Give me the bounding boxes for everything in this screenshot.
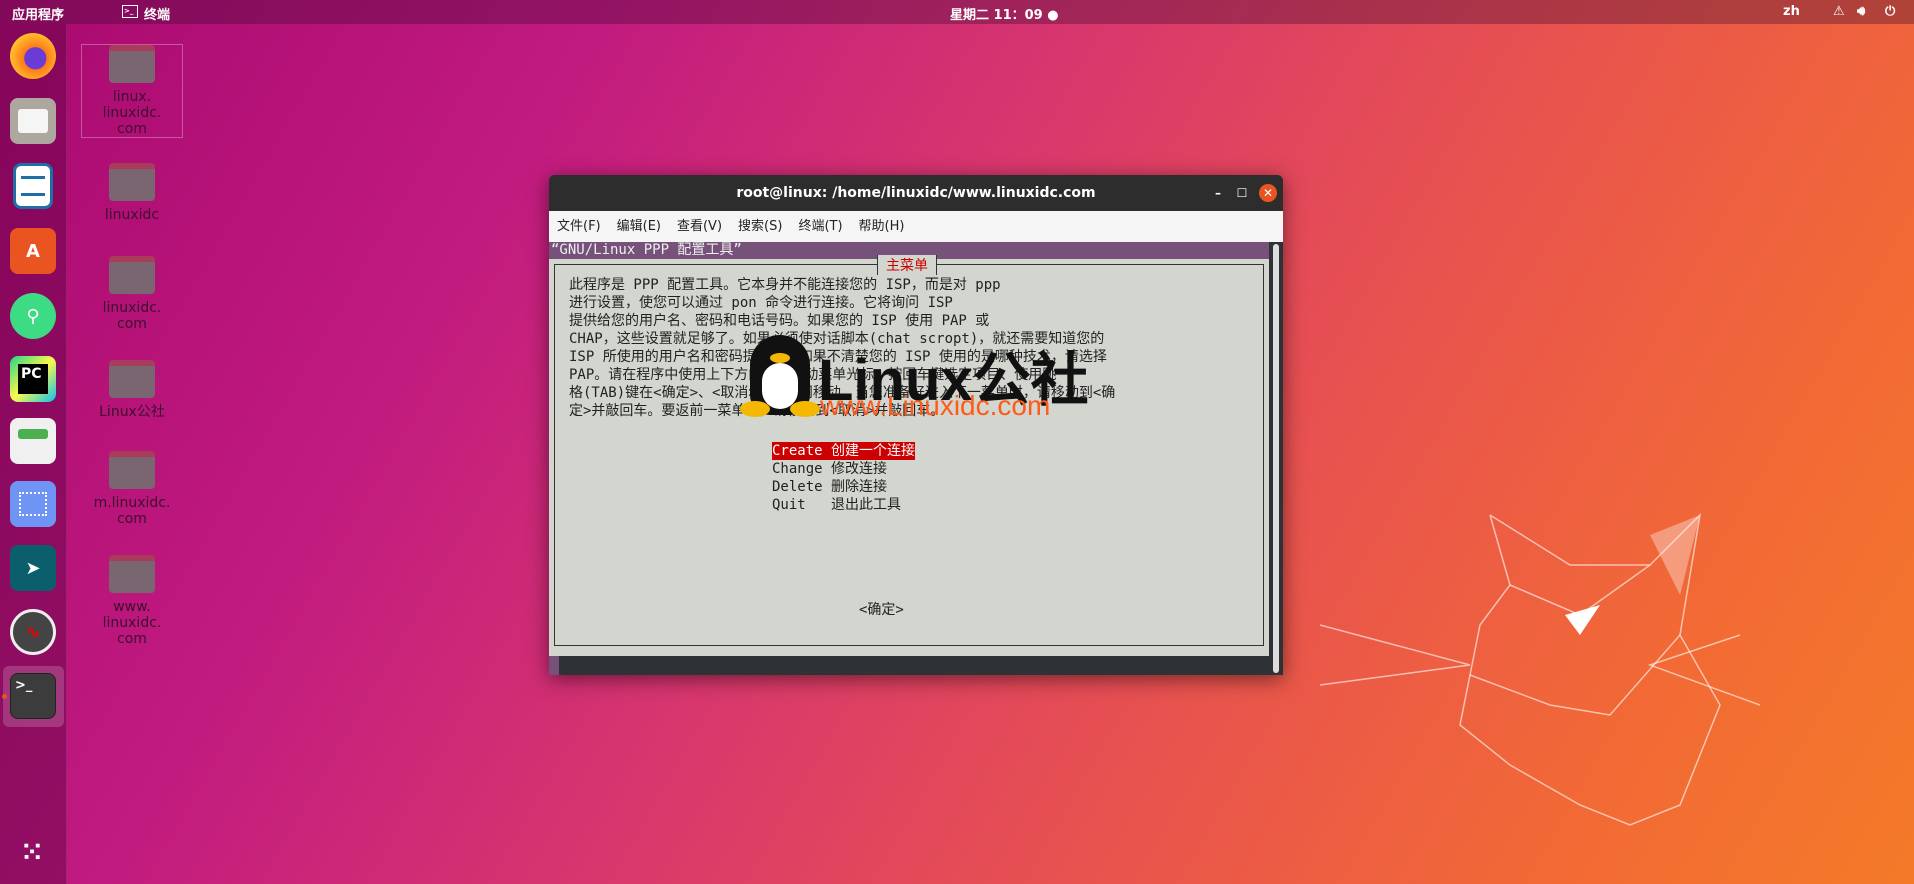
- item-label: 修改连接: [831, 461, 888, 477]
- menu-item-change[interactable]: Change 修改连接: [772, 460, 887, 478]
- dock: A ⚲ PC ➤ ∿ >_ ⁙: [0, 24, 67, 884]
- volume-icon[interactable]: 🔊︎: [1857, 4, 1865, 19]
- activities-button[interactable]: 应用程序: [12, 4, 64, 23]
- writer-icon[interactable]: [13, 163, 53, 209]
- body-line: CHAP，这些设置就足够了。如果必须使对话脚本(chat scropt)，就还需…: [569, 331, 1105, 347]
- menu-bar: 文件(F) 编辑(E) 查看(V) 搜索(S) 终端(T) 帮助(H): [549, 211, 1283, 242]
- menu-file[interactable]: 文件(F): [557, 211, 601, 242]
- desktop-folder[interactable]: linux. linuxidc. com: [81, 44, 183, 138]
- show-apps-icon[interactable]: ⁙: [10, 830, 56, 876]
- running-indicator: [2, 694, 7, 699]
- scrollbar[interactable]: [1269, 242, 1283, 675]
- network-icon[interactable]: ⚠: [1833, 4, 1845, 19]
- dialog: 主菜单 此程序是 PPP 配置工具。它本身并不能连接您的 ISP，而是对 ppp…: [549, 255, 1269, 656]
- folder-label: www.: [113, 599, 151, 615]
- folder-icon: [109, 555, 155, 593]
- spider-icon[interactable]: ∿: [10, 609, 56, 655]
- firefox-icon[interactable]: [10, 33, 56, 79]
- pycharm-icon[interactable]: PC: [10, 356, 56, 402]
- body-line: 进行设置，使您可以通过 pon 命令进行连接。它将询问 ISP: [569, 295, 953, 311]
- folder-label: linuxidc.: [102, 615, 162, 631]
- body-line: 提供给您的用户名、密码和电话号码。如果您的 ISP 使用 PAP 或: [569, 313, 990, 329]
- files-icon[interactable]: [10, 98, 56, 144]
- folder-label: linuxidc.: [102, 300, 162, 316]
- top-bar: 应用程序 >_ 终端 星期二 11：09 ● zh ⚠ 🔊︎ ⏻: [0, 0, 1914, 24]
- ok-button[interactable]: <确定>: [859, 601, 904, 619]
- desktop-folder[interactable]: Linux公社: [82, 360, 182, 420]
- folder-label: com: [117, 511, 147, 527]
- screenshot-icon[interactable]: [10, 481, 56, 527]
- menu-item-create[interactable]: Create 创建一个连接: [772, 442, 916, 460]
- folder-label: com: [117, 631, 147, 647]
- maximize-button[interactable]: ☐: [1233, 184, 1251, 202]
- app-menu[interactable]: 终端: [144, 4, 170, 23]
- menu-view[interactable]: 查看(V): [677, 211, 722, 242]
- android-studio-icon[interactable]: ⚲: [10, 293, 56, 339]
- folder-label: Linux公社: [99, 404, 165, 420]
- terminal-app-icon: >_: [122, 5, 138, 18]
- body-line: 格(TAB)键在<确定>、<取消>和菜单间移动。当您准备好进入下一菜单时，请移动…: [569, 385, 1116, 401]
- power-icon[interactable]: ⏻: [1885, 4, 1895, 19]
- menu-item-delete[interactable]: Delete 删除连接: [772, 478, 887, 496]
- folder-label: com: [117, 316, 147, 332]
- menu-search[interactable]: 搜索(S): [738, 211, 782, 242]
- software-icon[interactable]: A: [10, 228, 56, 274]
- minimize-button[interactable]: –: [1209, 184, 1227, 202]
- terminal-window: root@linux: /home/linuxidc/www.linuxidc.…: [549, 175, 1283, 675]
- clock[interactable]: 星期二 11：09 ●: [950, 4, 1059, 23]
- menu-help[interactable]: 帮助(H): [859, 211, 905, 242]
- folder-label: linuxidc.: [102, 105, 162, 121]
- item-label: 退出此工具: [831, 497, 902, 513]
- item-label: 创建一个连接: [831, 443, 916, 459]
- folder-icon: [109, 163, 155, 201]
- item-label: 删除连接: [831, 479, 888, 495]
- desktop-folder[interactable]: linuxidc: [82, 163, 182, 223]
- folder-icon: [109, 256, 155, 294]
- dialog-title: 主菜单: [877, 255, 937, 275]
- folder-icon: [109, 360, 155, 398]
- folder-icon: [109, 451, 155, 489]
- input-method[interactable]: zh: [1783, 4, 1800, 19]
- terminal-icon[interactable]: >_: [10, 673, 56, 719]
- desktop-folder[interactable]: www. linuxidc. com: [82, 555, 182, 647]
- folder-label: com: [117, 121, 147, 137]
- item-key: Quit: [772, 497, 823, 513]
- item-key: Change: [772, 461, 823, 477]
- dialog-box: 主菜单 此程序是 PPP 配置工具。它本身并不能连接您的 ISP，而是对 ppp…: [554, 255, 1264, 646]
- folder-label: linux.: [112, 89, 152, 105]
- desktop-folder[interactable]: linuxidc. com: [82, 256, 182, 332]
- title-bar[interactable]: root@linux: /home/linuxidc/www.linuxidc.…: [549, 175, 1283, 211]
- wallpaper-cat-art: [1320, 512, 1760, 826]
- item-key: Create: [772, 443, 823, 459]
- body-line: ISP 所使用的用户名和密码提示符。如果不清楚您的 ISP 使用的是哪种技术，请…: [569, 349, 1107, 365]
- folder-label: m.linuxidc.: [93, 495, 171, 511]
- menu-edit[interactable]: 编辑(E): [617, 211, 661, 242]
- close-button[interactable]: ✕: [1259, 184, 1277, 202]
- item-key: Delete: [772, 479, 823, 495]
- folder-icon: [109, 45, 155, 83]
- window-title: root@linux: /home/linuxidc/www.linuxidc.…: [736, 185, 1096, 201]
- terminal-content[interactable]: “GNU/Linux PPP 配置工具” 主菜单 此程序是 PPP 配置工具。它…: [549, 242, 1269, 675]
- cursor-block: [549, 656, 559, 675]
- app-store-icon[interactable]: ➤: [10, 545, 56, 591]
- folder-label: linuxidc: [104, 207, 160, 223]
- menu-item-quit[interactable]: Quit 退出此工具: [772, 496, 901, 514]
- body-line: 此程序是 PPP 配置工具。它本身并不能连接您的 ISP，而是对 ppp: [569, 277, 1001, 293]
- body-line: PAP。请在程序中使用上下方向键来移动菜单光标，按回车键选定项目、使用跳: [569, 367, 1057, 383]
- tweaks-icon[interactable]: [10, 418, 56, 464]
- body-line: 定>并敲回车。要返前一菜单时，请移动到<取消>并敲回车。: [569, 403, 945, 419]
- menu-terminal[interactable]: 终端(T): [798, 211, 842, 242]
- desktop-folder[interactable]: m.linuxidc. com: [82, 451, 182, 527]
